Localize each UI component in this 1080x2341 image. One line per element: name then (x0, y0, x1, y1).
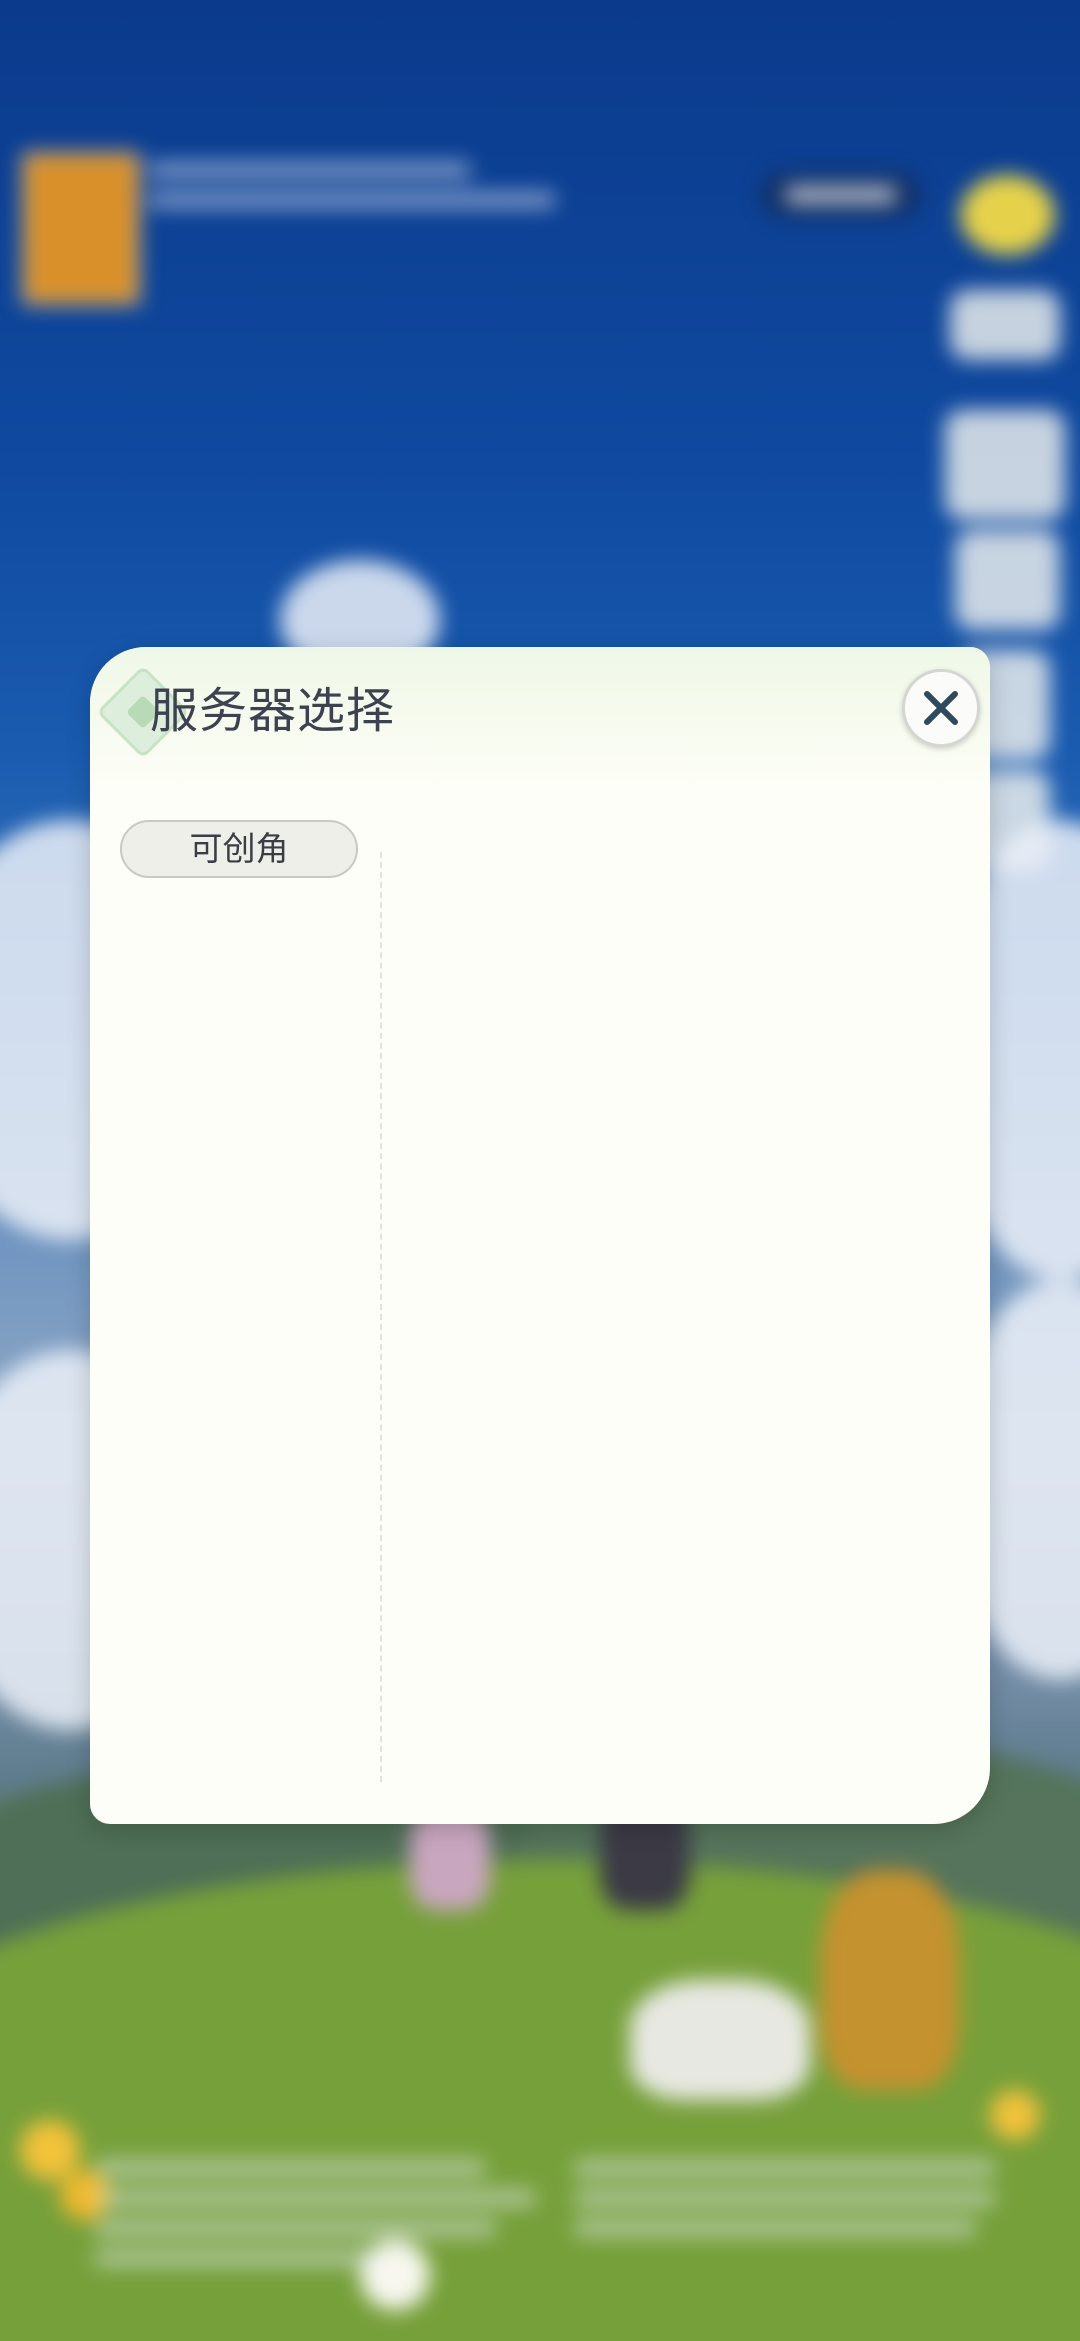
server-list-panel (400, 820, 960, 1780)
background-pill (762, 172, 920, 218)
server-select-dialog: 服务器选择 可创角 (90, 647, 990, 1824)
dialog-title: 服务器选择 (150, 683, 396, 739)
close-button[interactable] (902, 669, 980, 747)
category-tab-creatable[interactable]: 可创角 (120, 820, 358, 878)
app-logo (22, 152, 140, 305)
game-emblem (960, 175, 1055, 255)
close-icon (924, 691, 958, 725)
column-divider (380, 852, 382, 1782)
